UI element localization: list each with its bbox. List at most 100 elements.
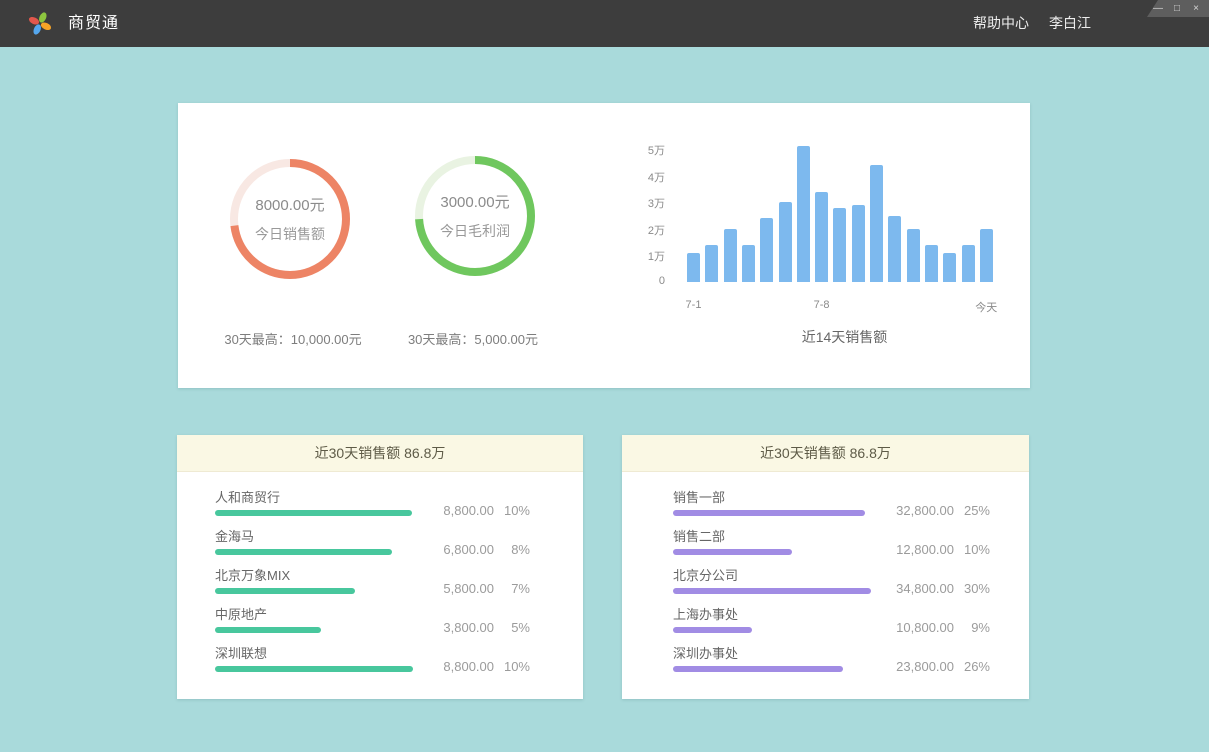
title-bar: 商贸通 帮助中心 李白江 — □ × <box>0 0 1209 47</box>
department-sales-list: 销售一部 32,800.0025% 销售二部 12,800.0010% 北京分公司 34,… <box>622 472 1029 672</box>
item-progress-bar <box>215 666 413 672</box>
y-axis-tick-label: 4万 <box>618 169 665 185</box>
help-center-link[interactable]: 帮助中心 <box>973 0 1029 47</box>
chart-bar <box>870 165 883 282</box>
chart-bar <box>724 229 737 282</box>
y-axis-tick-label: 1万 <box>618 248 665 264</box>
chart-bar <box>797 146 810 282</box>
today-sales-donut: 8000.00元 今日销售额 <box>228 157 352 281</box>
item-progress-bar <box>215 588 355 594</box>
y-axis-tick-label: 0 <box>618 275 665 287</box>
overview-panel: 8000.00元 今日销售额 30天最高：10,000.00元 3000.00元… <box>178 103 1030 388</box>
bar-chart-title: 近14天销售额 <box>687 327 1002 347</box>
bar-chart-plot-area <box>687 132 1002 282</box>
list-item: 上海办事处 10,800.009% <box>622 607 1029 633</box>
item-percent: 30% <box>954 581 990 596</box>
chart-bar <box>962 245 975 282</box>
maximize-icon[interactable]: □ <box>1172 1 1182 16</box>
chart-bar <box>943 253 956 282</box>
item-progress-bar <box>673 666 843 672</box>
app-logo-pinwheel-icon <box>27 10 53 37</box>
chart-bar <box>760 218 773 282</box>
item-name: 销售二部 <box>673 529 792 545</box>
today-sales-donut-ring <box>228 157 352 281</box>
item-progress-bar <box>215 549 392 555</box>
customer-sales-panel: 近30天销售额 86.8万 人和商贸行8,800.0010%金海马6,800.0… <box>177 435 583 699</box>
item-percent: 10% <box>494 659 530 674</box>
list-item: 人和商贸行 8,800.0010% <box>177 490 583 516</box>
x-axis-tick-label: 今天 <box>964 299 1008 315</box>
chart-bar <box>980 229 993 282</box>
item-progress-bar <box>673 549 792 555</box>
chart-bar <box>742 245 755 282</box>
item-percent: 25% <box>954 503 990 518</box>
item-value: 8,800.00 <box>430 503 494 518</box>
chart-bar <box>687 253 700 282</box>
list-item: 中原地产 3,800.005% <box>177 607 583 633</box>
chart-bar <box>815 192 828 282</box>
item-progress-bar <box>673 588 871 594</box>
item-percent: 26% <box>954 659 990 674</box>
item-progress-bar <box>215 510 412 516</box>
item-percent: 9% <box>954 620 990 635</box>
chart-bar <box>833 208 846 283</box>
item-percent: 5% <box>494 620 530 635</box>
item-name: 北京万象MIX <box>215 568 355 584</box>
item-value: 12,800.00 <box>890 542 954 557</box>
list-item: 销售二部 12,800.0010% <box>622 529 1029 555</box>
item-value: 3,800.00 <box>430 620 494 635</box>
list-item: 深圳联想 8,800.0010% <box>177 646 583 672</box>
item-progress-bar <box>673 510 865 516</box>
chart-bar <box>907 229 920 282</box>
list-item: 销售一部 32,800.0025% <box>622 490 1029 516</box>
today-profit-30d-max: 30天最高：5,000.00元 <box>358 329 588 348</box>
item-value: 34,800.00 <box>890 581 954 596</box>
chart-bar <box>779 202 792 282</box>
item-name: 北京分公司 <box>673 568 871 584</box>
list-item: 北京万象MIX 5,800.007% <box>177 568 583 594</box>
item-value: 10,800.00 <box>890 620 954 635</box>
item-value: 6,800.00 <box>430 542 494 557</box>
y-axis-tick-label: 5万 <box>618 142 665 158</box>
item-percent: 7% <box>494 581 530 596</box>
chart-bar <box>705 245 718 282</box>
chart-bar <box>888 216 901 283</box>
app-window: { "window": { "app_title": "商贸通", "help_… <box>0 0 1209 752</box>
item-progress-bar <box>215 627 321 633</box>
today-profit-donut-ring <box>413 154 537 278</box>
department-sales-panel: 近30天销售额 86.8万 销售一部 32,800.0025% 销售二部 12,800… <box>622 435 1029 699</box>
list-item: 金海马 6,800.008% <box>177 529 583 555</box>
chart-bar <box>925 245 938 282</box>
window-controls: — □ × <box>1147 0 1209 17</box>
app-title: 商贸通 <box>68 0 119 47</box>
department-sales-panel-title: 近30天销售额 86.8万 <box>622 435 1029 472</box>
list-item: 深圳办事处 23,800.0026% <box>622 646 1029 672</box>
list-item: 北京分公司 34,800.0030% <box>622 568 1029 594</box>
chart-bar <box>852 205 865 282</box>
item-name: 销售一部 <box>673 490 865 506</box>
item-name: 人和商贸行 <box>215 490 412 506</box>
y-axis-tick-label: 2万 <box>618 222 665 238</box>
item-value: 32,800.00 <box>890 503 954 518</box>
item-name: 中原地产 <box>215 607 321 623</box>
item-progress-bar <box>673 627 752 633</box>
item-name: 上海办事处 <box>673 607 752 623</box>
today-profit-donut: 3000.00元 今日毛利润 <box>413 154 537 278</box>
item-name: 金海马 <box>215 529 392 545</box>
item-value: 8,800.00 <box>430 659 494 674</box>
close-icon[interactable]: × <box>1191 1 1201 16</box>
customer-sales-list: 人和商贸行8,800.0010%金海马6,800.008%北京万象MIX5,80… <box>177 472 583 672</box>
customer-sales-panel-title: 近30天销售额 86.8万 <box>177 435 583 472</box>
item-name: 深圳办事处 <box>673 646 843 662</box>
minimize-icon[interactable]: — <box>1153 1 1163 16</box>
item-value: 5,800.00 <box>430 581 494 596</box>
item-percent: 8% <box>494 542 530 557</box>
item-name: 深圳联想 <box>215 646 413 662</box>
x-axis-tick-label: 7-1 <box>672 299 716 311</box>
x-axis-tick-label: 7-8 <box>800 299 844 311</box>
item-percent: 10% <box>494 503 530 518</box>
y-axis-tick-label: 3万 <box>618 195 665 211</box>
user-name-link[interactable]: 李白江 <box>1049 0 1091 47</box>
item-percent: 10% <box>954 542 990 557</box>
item-value: 23,800.00 <box>890 659 954 674</box>
